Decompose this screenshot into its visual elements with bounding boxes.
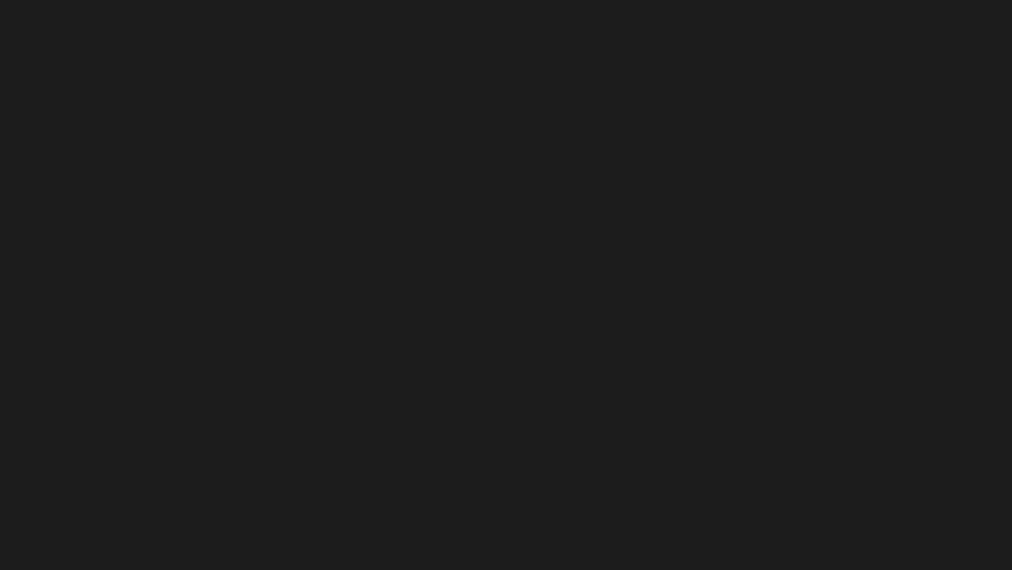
ncstudio-window bbox=[0, 0, 1012, 570]
